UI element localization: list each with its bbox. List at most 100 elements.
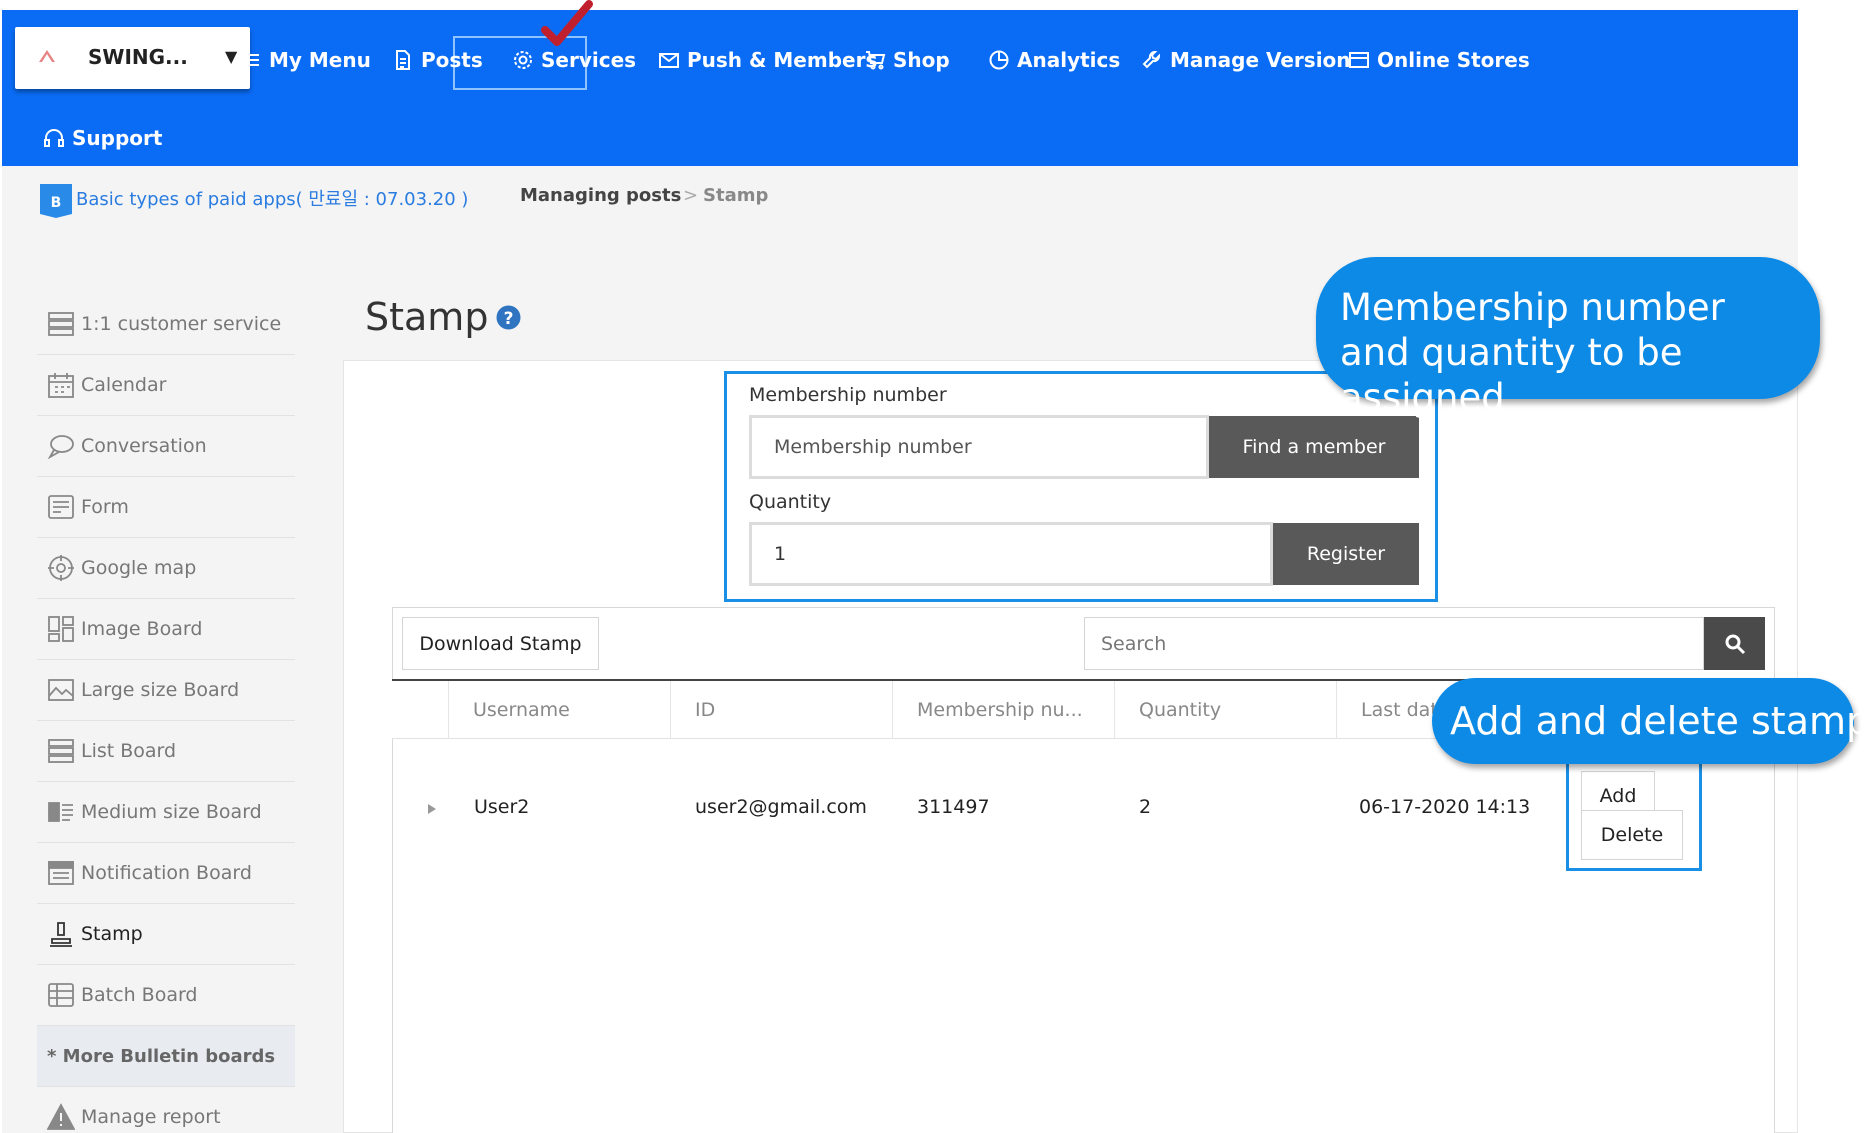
- page-title-text: Stamp: [365, 295, 489, 339]
- quantity-input[interactable]: [749, 522, 1273, 586]
- column-quantity[interactable]: Quantity: [1114, 681, 1336, 739]
- register-button[interactable]: Register: [1273, 523, 1419, 585]
- cell-username: User2: [474, 796, 530, 818]
- sidebar-item-label: Google map: [81, 557, 197, 579]
- nav-posts-label: Posts: [421, 48, 483, 72]
- nav-services[interactable]: Services: [512, 46, 636, 74]
- sidebar-item-medium-size-board[interactable]: Medium size Board: [37, 782, 295, 843]
- sidebar: 1:1 customer service Calendar Conversati…: [37, 294, 295, 1133]
- wrench-icon: [1142, 51, 1160, 69]
- sidebar-item-customer-service[interactable]: 1:1 customer service: [37, 294, 295, 355]
- download-stamp-button[interactable]: Download Stamp: [402, 617, 599, 670]
- search-button[interactable]: [1704, 617, 1765, 670]
- column-id[interactable]: ID: [670, 681, 892, 739]
- sidebar-item-calendar[interactable]: Calendar: [37, 355, 295, 416]
- nav-push-members[interactable]: Push & Members: [658, 46, 877, 74]
- nav-manage-version[interactable]: Manage Version: [1141, 46, 1351, 74]
- search-icon: [1725, 634, 1745, 654]
- medium-board-icon: [48, 802, 73, 822]
- sidebar-item-label: Medium size Board: [81, 801, 262, 823]
- gear-icon: [514, 51, 532, 69]
- column-username[interactable]: Username: [448, 681, 670, 739]
- pie-chart-icon: [989, 50, 1009, 70]
- image-board-icon: [48, 616, 74, 642]
- map-target-icon: [48, 555, 74, 581]
- callout-add-delete-stamp: Add and delete stamp: [1432, 678, 1866, 764]
- app-badge-icon: B: [40, 184, 72, 218]
- nav-analytics[interactable]: Analytics: [988, 46, 1120, 74]
- credit-card-icon: [1349, 52, 1369, 68]
- nav-shop-label: Shop: [893, 48, 950, 72]
- nav-posts[interactable]: Posts: [392, 46, 483, 74]
- sidebar-more-bulletin-boards[interactable]: * More Bulletin boards: [37, 1026, 295, 1087]
- sidebar-item-label: Form: [81, 496, 129, 518]
- stamp-icon: [50, 922, 72, 947]
- nav-my-menu-label: My Menu: [269, 48, 371, 72]
- sidebar-item-google-map[interactable]: Google map: [37, 538, 295, 599]
- top-navigation: SWING... ▼ My Menu Posts Services Push &…: [2, 10, 1798, 166]
- sidebar-item-label: List Board: [81, 740, 177, 762]
- sidebar-item-form[interactable]: Form: [37, 477, 295, 538]
- stamp-actions: Add Delete: [1566, 759, 1702, 871]
- nav-push-members-label: Push & Members: [687, 48, 878, 72]
- breadcrumb-bar: B Basic types of paid apps( 만료일 : 07.03.…: [2, 166, 1798, 232]
- nav-manage-version-label: Manage Version: [1170, 48, 1351, 72]
- app-badge-letter: B: [51, 195, 62, 211]
- sidebar-item-label: Calendar: [81, 374, 167, 396]
- nav-online-stores[interactable]: Online Stores: [1348, 46, 1530, 74]
- chat-bubble-icon: [47, 435, 74, 460]
- find-member-button[interactable]: Find a member: [1209, 416, 1419, 478]
- sidebar-item-label: Conversation: [81, 435, 207, 457]
- app-link[interactable]: Basic types of paid apps( 만료일 : 07.03.20…: [76, 185, 468, 211]
- form-icon: [48, 495, 74, 519]
- delete-stamp-button[interactable]: Delete: [1581, 810, 1683, 860]
- sidebar-item-conversation[interactable]: Conversation: [37, 416, 295, 477]
- app-selector-name: SWING...: [88, 45, 188, 69]
- picture-icon: [48, 679, 74, 701]
- page-title: Stamp ?: [365, 295, 521, 339]
- document-icon: [396, 50, 410, 70]
- sidebar-item-label: Image Board: [81, 618, 203, 640]
- nav-services-label: Services: [541, 48, 637, 72]
- sidebar-item-image-board[interactable]: Image Board: [37, 599, 295, 660]
- membership-number-input[interactable]: [749, 415, 1209, 479]
- membership-number-label: Membership number: [749, 384, 947, 406]
- app-logo-icon: [39, 50, 55, 62]
- search-input[interactable]: [1084, 617, 1704, 670]
- nav-shop[interactable]: Shop: [864, 46, 950, 74]
- red-checkmark-icon: [541, 0, 593, 46]
- sidebar-item-stamp[interactable]: Stamp: [37, 904, 295, 965]
- breadcrumb-current: Stamp: [703, 185, 769, 206]
- sidebar-item-notification-board[interactable]: Notification Board: [37, 843, 295, 904]
- sidebar-item-large-size-board[interactable]: Large size Board: [37, 660, 295, 721]
- callout-membership-quantity: Membership number and quantity to be ass…: [1316, 257, 1820, 419]
- sidebar-item-label: Stamp: [81, 923, 143, 945]
- warning-icon: [47, 1103, 75, 1130]
- cell-quantity: 2: [1139, 796, 1152, 818]
- sidebar-item-manage-report[interactable]: Manage report: [37, 1087, 295, 1133]
- sidebar-item-label: Notification Board: [81, 862, 252, 884]
- stamp-assign-form: Membership number Find a member Quantity…: [724, 371, 1438, 602]
- help-icon[interactable]: ?: [496, 305, 521, 330]
- cell-id: user2@gmail.com: [695, 796, 867, 818]
- calendar-icon: [48, 373, 74, 398]
- sidebar-item-label: 1:1 customer service: [81, 313, 282, 335]
- cell-membership-number: 311497: [917, 796, 990, 818]
- app-selector-dropdown[interactable]: SWING... ▼: [15, 27, 250, 89]
- sidebar-item-batch-board[interactable]: Batch Board: [37, 965, 295, 1026]
- sidebar-item-list-board[interactable]: List Board: [37, 721, 295, 782]
- hamburger-menu-icon: [243, 54, 259, 66]
- notification-board-icon: [48, 861, 74, 885]
- nav-support[interactable]: Support: [43, 124, 162, 152]
- nav-my-menu[interactable]: My Menu: [240, 46, 371, 74]
- sidebar-item-label: * More Bulletin boards: [47, 1045, 276, 1067]
- nav-online-stores-label: Online Stores: [1377, 48, 1530, 72]
- column-membership-number[interactable]: Membership nu...: [892, 681, 1114, 739]
- expand-arrow-icon[interactable]: [426, 802, 438, 816]
- breadcrumb-managing-posts[interactable]: Managing posts: [520, 185, 681, 206]
- nav-support-label: Support: [72, 126, 163, 150]
- mail-icon: [659, 53, 679, 68]
- list-icon: [48, 739, 74, 763]
- sidebar-item-label: Manage report: [81, 1106, 221, 1128]
- help-icon-glyph: ?: [504, 309, 514, 329]
